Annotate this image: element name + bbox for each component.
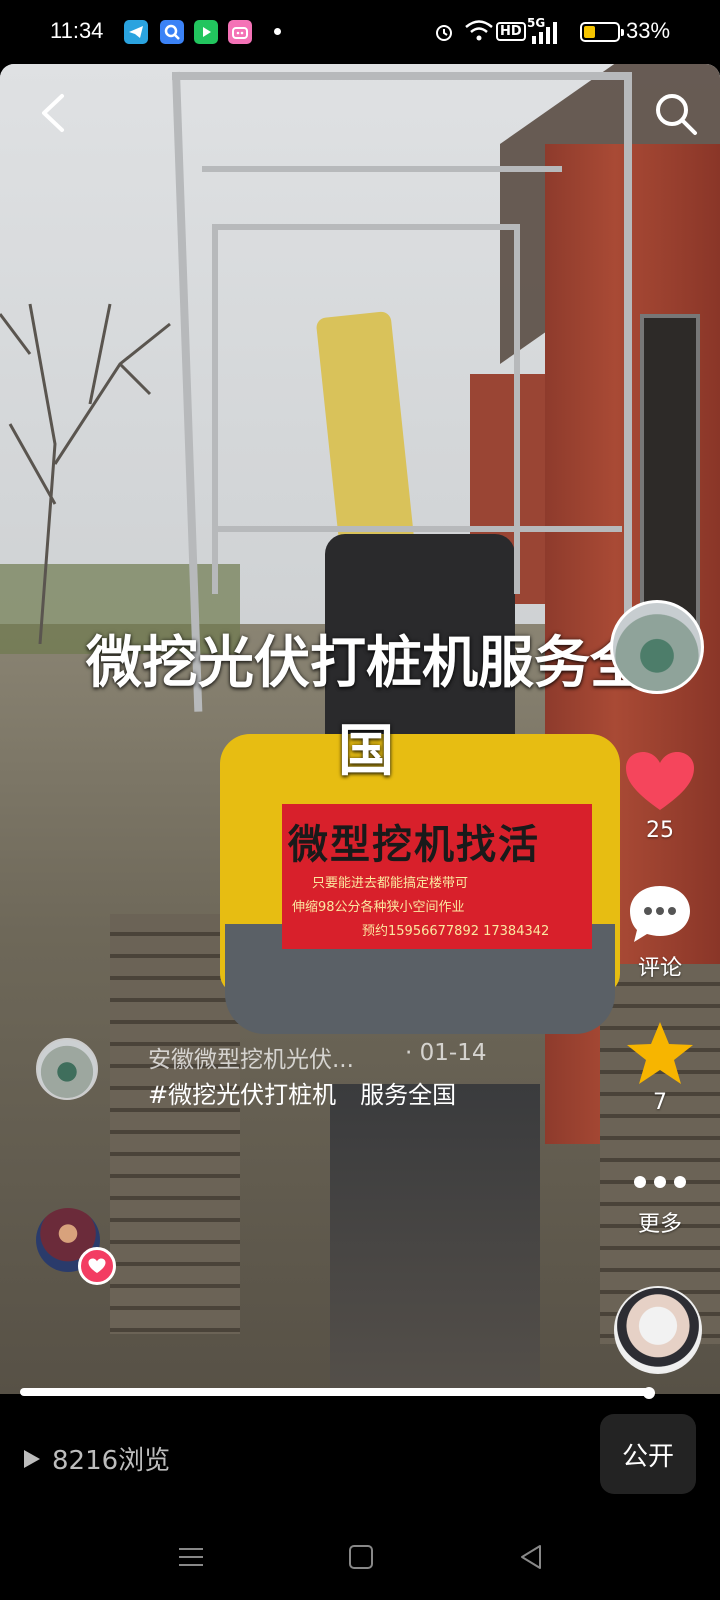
frame-bar	[218, 224, 518, 230]
hd-badge: HD	[496, 22, 526, 41]
status-bar: 11:34 HD 5G 33%	[0, 0, 720, 64]
post-author-name[interactable]: 安徽微型挖机光伏...	[148, 1040, 354, 1074]
frame-bar	[212, 526, 622, 532]
comment-label: 评论	[637, 956, 682, 981]
music-disc[interactable]	[614, 1286, 702, 1374]
search-icon	[656, 94, 697, 135]
video-blade	[330, 1084, 540, 1394]
play-icon	[24, 1449, 40, 1468]
battery-percent: 33%	[626, 18, 671, 43]
frame-bar	[514, 224, 520, 594]
signal-icon	[530, 22, 560, 48]
bare-tree	[0, 303, 171, 644]
more-button[interactable]: 更多	[618, 1170, 702, 1238]
wifi-icon	[464, 18, 494, 48]
home-nav-button[interactable]	[346, 1542, 376, 1576]
back-button[interactable]	[34, 90, 74, 136]
public-button[interactable]: 公开	[600, 1414, 696, 1494]
chevron-left-icon	[42, 94, 64, 132]
alarm-icon	[432, 20, 456, 48]
follow-heart-button[interactable]	[78, 1247, 116, 1285]
sign-title: 微型挖机找活	[288, 822, 540, 868]
video-red-sign: 微型挖机找活 只要能进去都能搞定楼带可 伸缩98公分各种狭小空间作业 预约159…	[282, 804, 592, 949]
bilibili-icon	[228, 20, 252, 44]
post-author-avatar[interactable]	[36, 1038, 98, 1100]
back-nav-button[interactable]	[516, 1542, 546, 1576]
sign-line-3: 预约15956677892 17384342	[362, 924, 550, 939]
author-avatar[interactable]	[610, 600, 704, 694]
favorite-count: 7	[653, 1090, 667, 1115]
menu-nav-button[interactable]	[176, 1542, 206, 1576]
video-app-icon	[194, 20, 218, 44]
video-progress-bar[interactable]	[20, 1388, 649, 1396]
heart-icon	[88, 1258, 106, 1273]
frame-bar	[212, 224, 218, 594]
frame-bar	[172, 72, 632, 80]
battery-icon	[580, 22, 624, 42]
more-dots-icon	[634, 1176, 686, 1188]
frame-bar	[624, 72, 632, 672]
comment-icon	[630, 886, 690, 942]
search-app-icon	[160, 20, 184, 44]
comment-button[interactable]: 评论	[618, 882, 702, 982]
search-button[interactable]	[652, 90, 700, 138]
video-window	[640, 314, 700, 634]
more-label: 更多	[637, 1212, 682, 1237]
frame-bar	[202, 166, 562, 172]
like-count: 25	[646, 818, 674, 843]
view-count-text: 8216浏览	[52, 1446, 171, 1476]
sign-line-2: 伸缩98公分各种狭小空间作业	[292, 900, 465, 915]
like-button[interactable]: 25	[618, 750, 702, 843]
heart-icon	[626, 752, 694, 810]
telegram-icon	[124, 20, 148, 44]
view-count: 8216浏览	[22, 1440, 170, 1477]
back-triangle-icon	[521, 1545, 541, 1569]
post-date: · 01-14	[405, 1040, 487, 1066]
menu-icon	[179, 1548, 203, 1566]
system-nav-bar	[0, 1520, 720, 1600]
notification-dot	[274, 28, 281, 35]
home-square-icon	[349, 1545, 373, 1569]
sign-line-1: 只要能进去都能搞定楼带可	[312, 876, 469, 891]
star-icon	[627, 1022, 693, 1084]
post-description[interactable]: #微挖光伏打桩机 服务全国	[148, 1076, 478, 1114]
favorite-button[interactable]: 7	[618, 1020, 702, 1115]
progress-handle[interactable]	[643, 1387, 655, 1399]
status-time: 11:34	[50, 18, 104, 43]
video-caption: 微挖光伏打桩机服务全国	[86, 631, 646, 784]
